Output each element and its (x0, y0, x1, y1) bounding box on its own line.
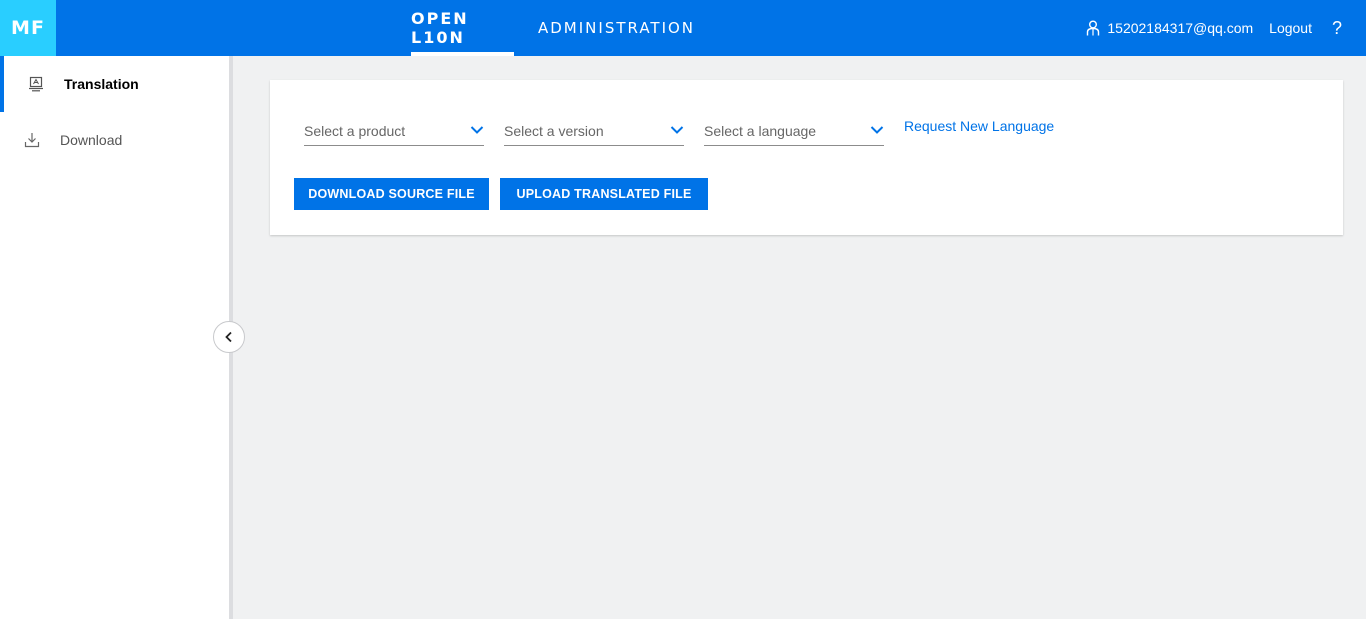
sidebar-item-translation[interactable]: Translation (0, 56, 229, 112)
chevron-down-icon (670, 126, 684, 134)
sidebar-item-label: Download (60, 132, 123, 148)
tab-open-l10n[interactable]: OPEN L10N (411, 0, 514, 56)
help-icon[interactable]: ? (1332, 18, 1342, 39)
version-select-placeholder: Select a version (504, 123, 604, 139)
chevron-down-icon (870, 126, 884, 134)
sidebar-item-label: Translation (64, 76, 139, 92)
language-select[interactable]: Select a language (704, 117, 884, 146)
top-header: MF OPEN L10N ADMINISTRATION 15202184317@… (0, 0, 1366, 56)
upload-translated-file-button[interactable]: UPLOAD TRANSLATED FILE (500, 178, 708, 210)
download-icon (24, 132, 40, 148)
product-select-placeholder: Select a product (304, 123, 406, 139)
language-select-placeholder: Select a language (704, 123, 817, 139)
app-logo[interactable]: MF (0, 0, 56, 56)
monitor-icon (28, 76, 44, 92)
request-new-language-link[interactable]: Request New Language (904, 118, 1054, 134)
logout-link[interactable]: Logout (1269, 20, 1312, 36)
chevron-left-icon (225, 331, 232, 343)
version-select[interactable]: Select a version (504, 117, 684, 146)
download-source-file-button[interactable]: DOWNLOAD SOURCE FILE (294, 178, 489, 210)
user-area: 15202184317@qq.com Logout ? (1086, 0, 1366, 56)
user-icon (1086, 20, 1100, 36)
tab-open-l10n-label: OPEN L10N (411, 9, 469, 47)
tab-administration-label: ADMINISTRATION (538, 19, 696, 37)
sidebar-collapse-button[interactable] (213, 321, 245, 353)
user-email[interactable]: 15202184317@qq.com (1107, 20, 1253, 36)
product-select[interactable]: Select a product (304, 117, 484, 146)
tab-administration[interactable]: ADMINISTRATION (538, 0, 695, 56)
sidebar-item-download[interactable]: Download (0, 112, 229, 168)
filter-card: Select a product Select a version Select… (270, 80, 1343, 235)
chevron-down-icon (470, 126, 484, 134)
